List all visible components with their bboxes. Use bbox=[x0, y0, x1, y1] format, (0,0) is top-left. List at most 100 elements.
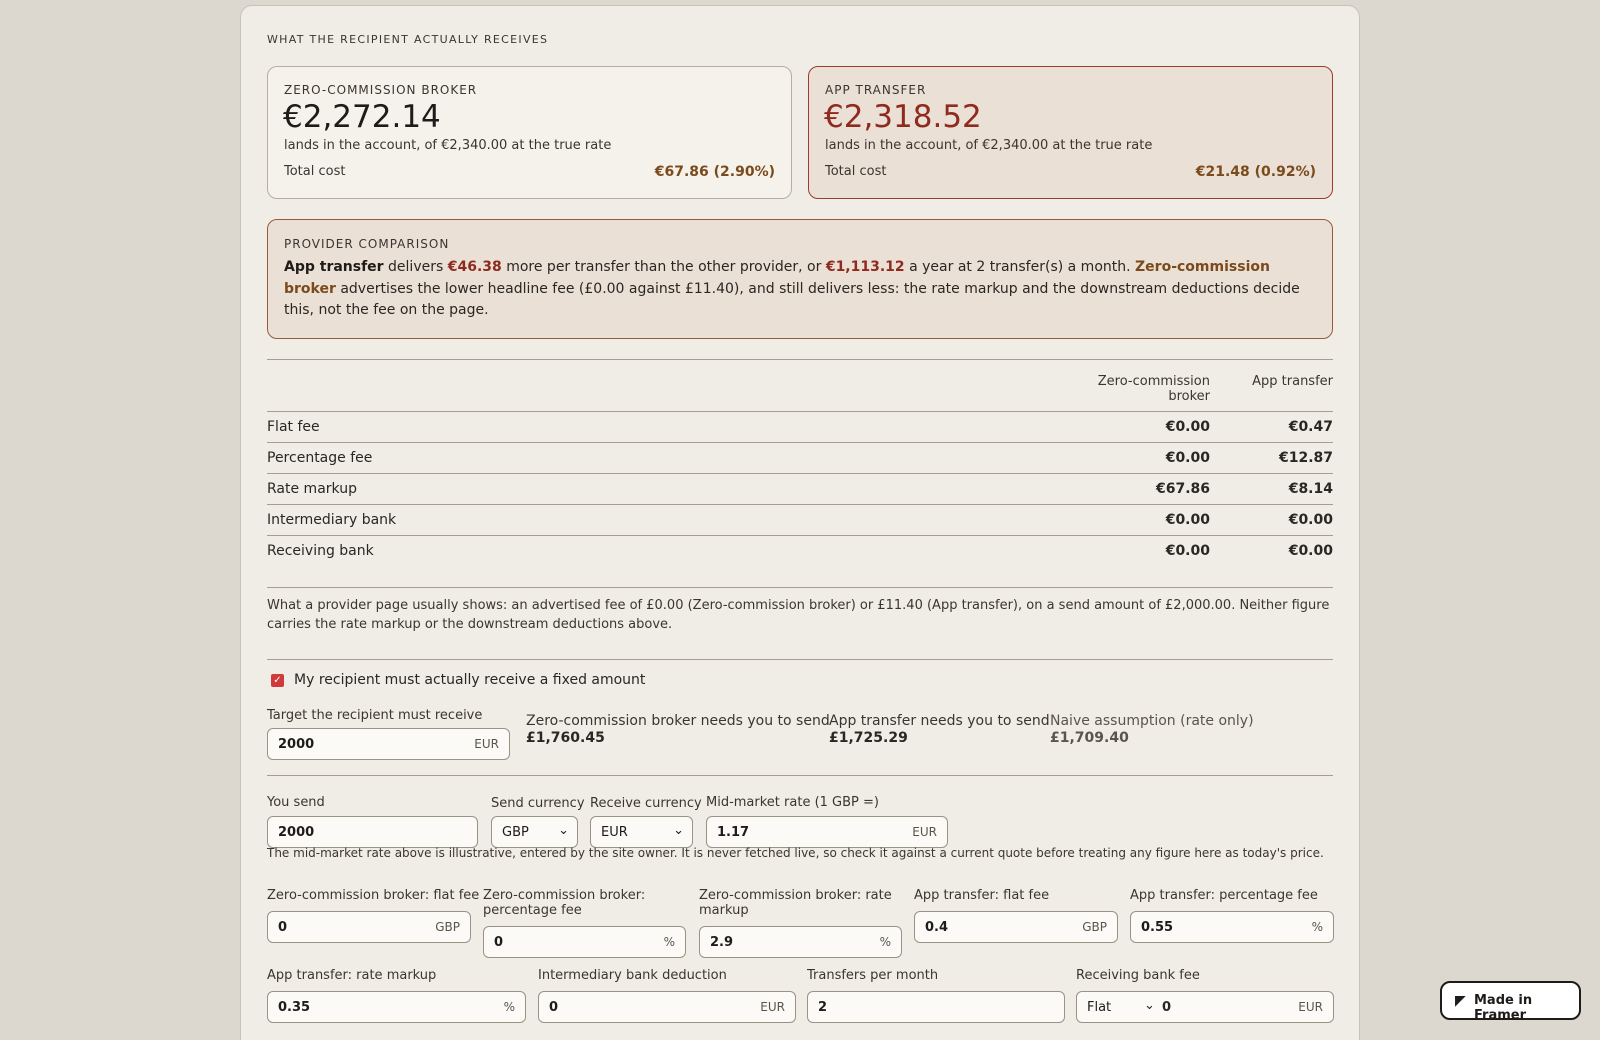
target-label: Target the recipient must receive bbox=[267, 708, 483, 723]
broker-value: €67.86 bbox=[1155, 481, 1210, 497]
badge-label: Made in Framer bbox=[1474, 993, 1533, 1023]
select-value: EUR bbox=[601, 825, 628, 840]
broker-rate-markup-input[interactable]: 2.9 % bbox=[699, 926, 902, 958]
broker-percentage-fee-input[interactable]: 0 % bbox=[483, 926, 686, 958]
receive-currency-label: Receive currency bbox=[590, 796, 702, 811]
table-row: Rate markup €67.86 €8.14 bbox=[267, 473, 1333, 503]
unit-label: % bbox=[1311, 920, 1323, 934]
yearly-difference: €1,113.12 bbox=[825, 259, 905, 275]
per-transfer-difference: €46.38 bbox=[447, 259, 502, 275]
unit-label: EUR bbox=[474, 737, 499, 751]
unit-label: GBP bbox=[1082, 920, 1107, 934]
column-header-app: App transfer bbox=[1252, 374, 1333, 389]
receiving-bank-fee-input[interactable]: Flat ⌄ 0 EUR bbox=[1076, 991, 1334, 1023]
chevron-down-icon: ⌄ bbox=[558, 823, 569, 838]
row-label: Percentage fee bbox=[267, 450, 373, 466]
input-value: 0.55 bbox=[1141, 920, 1174, 935]
unit-label: GBP bbox=[435, 920, 460, 934]
broker-value: €0.00 bbox=[1165, 543, 1210, 559]
result-value: £1,709.40 bbox=[1050, 730, 1129, 746]
received-amount: €2,318.52 bbox=[824, 99, 982, 135]
field-label: Zero-commission broker: rate markup bbox=[699, 888, 892, 918]
table-row: Percentage fee €0.00 €12.87 bbox=[267, 442, 1333, 472]
row-label: Rate markup bbox=[267, 481, 357, 497]
card-subtext: lands in the account, of €2,340.00 at th… bbox=[284, 138, 612, 153]
app-value: €0.00 bbox=[1288, 512, 1333, 528]
app-value: €8.14 bbox=[1288, 481, 1333, 497]
app-transfer-card: APP TRANSFER €2,318.52 lands in the acco… bbox=[808, 66, 1333, 199]
input-value: 2.9 bbox=[710, 935, 734, 950]
app-percentage-fee-input[interactable]: 0.55 % bbox=[1130, 911, 1334, 943]
unit-label: % bbox=[503, 1000, 515, 1014]
naive-assumption-result: Naive assumption (rate only) £1,709.40 bbox=[1050, 713, 1254, 747]
row-label: Flat fee bbox=[267, 419, 320, 435]
framer-icon: ◤ bbox=[1455, 993, 1466, 1009]
input-value: 2000 bbox=[278, 737, 315, 752]
result-value: £1,725.29 bbox=[829, 730, 908, 746]
mid-market-rate-label: Mid-market rate (1 GBP =) bbox=[706, 795, 879, 810]
received-amount: €2,272.14 bbox=[283, 99, 441, 135]
fee-type-select[interactable]: Flat bbox=[1087, 1000, 1111, 1015]
app-value: €12.87 bbox=[1278, 450, 1333, 466]
receive-currency-select[interactable]: EUR ⌄ bbox=[590, 816, 693, 848]
field-label: Zero-commission broker: percentage fee bbox=[483, 888, 645, 918]
comparison-text-part: a year at 2 transfer(s) a month. bbox=[904, 259, 1136, 275]
input-value: 2 bbox=[818, 1000, 828, 1015]
field-label: Zero-commission broker: flat fee bbox=[267, 888, 480, 903]
send-currency-select[interactable]: GBP ⌄ bbox=[491, 816, 578, 848]
card-subtext: lands in the account, of €2,340.00 at th… bbox=[825, 138, 1153, 153]
fixed-amount-checkbox[interactable]: ✓ bbox=[271, 674, 284, 687]
field-label: App transfer: flat fee bbox=[914, 888, 1050, 903]
field-label: Receiving bank fee bbox=[1076, 968, 1200, 983]
app-needs-result: App transfer needs you to send £1,725.29 bbox=[829, 713, 1050, 747]
made-in-framer-badge[interactable]: ◤ Made in Framer bbox=[1440, 981, 1581, 1023]
app-flat-fee-input[interactable]: 0.4 GBP bbox=[914, 911, 1118, 943]
broker-needs-result: Zero-commission broker needs you to send… bbox=[526, 713, 830, 747]
comparison-text: App transfer delivers €46.38 more per tr… bbox=[284, 257, 1314, 322]
section-title: WHAT THE RECIPIENT ACTUALLY RECEIVES bbox=[267, 33, 549, 46]
input-value: 0.35 bbox=[278, 1000, 311, 1015]
comparison-text-part: delivers bbox=[383, 259, 448, 275]
divider bbox=[267, 659, 1333, 660]
broker-value: €0.00 bbox=[1165, 419, 1210, 435]
label-line: markup bbox=[699, 903, 749, 918]
intermediary-deduction-input[interactable]: 0 EUR bbox=[538, 991, 796, 1023]
app-rate-markup-input[interactable]: 0.35 % bbox=[267, 991, 526, 1023]
comparison-label: PROVIDER COMPARISON bbox=[284, 237, 450, 251]
send-currency-label: Send currency bbox=[491, 796, 585, 811]
total-cost-label: Total cost bbox=[825, 164, 887, 179]
comparison-text-part: more per transfer than the other provide… bbox=[501, 259, 826, 275]
you-send-input[interactable]: 2000 bbox=[267, 816, 478, 848]
result-value: £1,760.45 bbox=[526, 730, 605, 746]
total-cost-value: €21.48 (0.92%) bbox=[1195, 164, 1316, 180]
input-value: 1.17 bbox=[717, 825, 750, 840]
result-title: Zero-commission broker needs you to send bbox=[526, 713, 830, 729]
unit-label: EUR bbox=[1298, 1000, 1323, 1014]
fixed-amount-label[interactable]: My recipient must actually receive a fix… bbox=[294, 672, 645, 688]
select-value: GBP bbox=[502, 825, 529, 840]
comparison-text-part: advertises the lower headline fee (£0.00… bbox=[284, 280, 1300, 319]
row-label: Intermediary bank bbox=[267, 512, 397, 528]
unit-label: % bbox=[663, 935, 675, 949]
field-label: App transfer: rate markup bbox=[267, 968, 437, 983]
input-value: 0 bbox=[494, 935, 504, 950]
unit-label: EUR bbox=[912, 825, 937, 839]
provider-comparison: PROVIDER COMPARISON App transfer deliver… bbox=[267, 219, 1333, 339]
mid-market-rate-input[interactable]: 1.17 EUR bbox=[706, 816, 948, 848]
input-value: 0 bbox=[1162, 1000, 1172, 1015]
chevron-down-icon: ⌄ bbox=[1144, 998, 1155, 1013]
label-line: percentage fee bbox=[483, 903, 582, 918]
column-header-broker: Zero-commission broker bbox=[1097, 374, 1210, 404]
table-row: Receiving bank €0.00 €0.00 bbox=[267, 535, 1333, 565]
transfers-per-month-input[interactable]: 2 bbox=[807, 991, 1065, 1023]
app-value: €0.47 bbox=[1288, 419, 1333, 435]
field-label: Intermediary bank deduction bbox=[538, 968, 727, 983]
table-row: Flat fee €0.00 €0.47 bbox=[267, 411, 1333, 441]
field-label: App transfer: percentage fee bbox=[1130, 888, 1318, 903]
target-amount-input[interactable]: 2000 EUR bbox=[267, 728, 510, 760]
advertised-fee-note: What a provider page usually shows: an a… bbox=[267, 598, 1330, 632]
total-cost-value: €67.86 (2.90%) bbox=[654, 164, 775, 180]
broker-flat-fee-input[interactable]: 0 GBP bbox=[267, 911, 471, 943]
app-value: €0.00 bbox=[1288, 543, 1333, 559]
winner-name: App transfer bbox=[284, 259, 384, 275]
